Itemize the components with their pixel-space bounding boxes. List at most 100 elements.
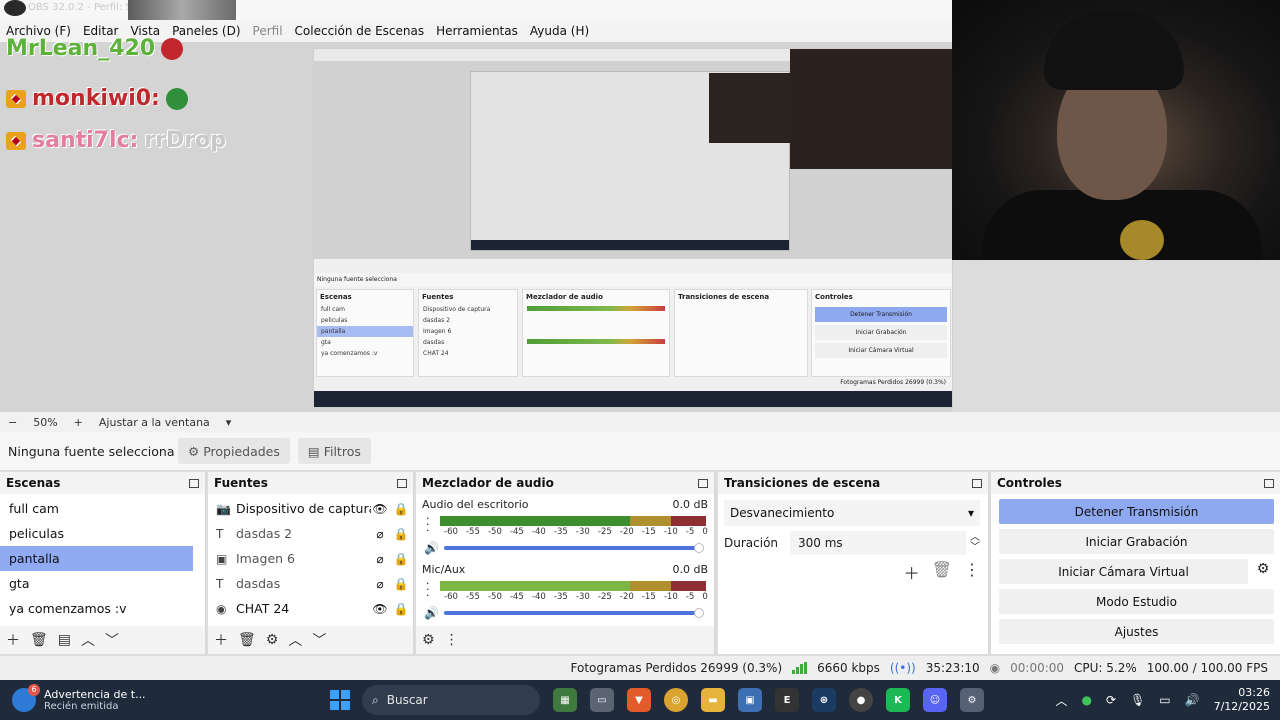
volume-slider[interactable] — [444, 608, 704, 618]
source-item[interactable]: ◉ CHAT 24 👁 🔒 — [208, 596, 413, 621]
properties-button[interactable]: ⚙ Propiedades — [178, 438, 290, 464]
menu-help[interactable]: Ayuda (H) — [524, 24, 595, 38]
undock-icon[interactable] — [1264, 478, 1274, 488]
eye-hidden-icon[interactable]: ⌀ — [371, 552, 389, 566]
scene-item[interactable]: peliculas — [0, 521, 193, 546]
folder-icon[interactable]: ▬ — [701, 688, 725, 712]
gear-icon[interactable]: ⚙ — [1252, 561, 1274, 577]
chevron-down-icon[interactable]: ﹀ — [105, 630, 119, 650]
notification-widget[interactable]: 6 Advertencia de t... Recién emitida — [0, 684, 330, 712]
trash-icon[interactable]: 🗑 — [30, 632, 48, 648]
network-icon[interactable]: ▭ — [1159, 693, 1170, 707]
eye-icon[interactable]: 👁 — [371, 602, 389, 616]
source-item[interactable]: T dasdas ⌀ 🔒 — [208, 571, 413, 596]
menu-tools[interactable]: Herramientas — [430, 24, 524, 38]
clock[interactable]: 03:26 7/12/2025 — [1214, 686, 1270, 714]
gear-icon[interactable]: ⚙ — [266, 632, 279, 648]
start-button[interactable] — [330, 690, 350, 710]
widgets-icon[interactable]: ▦ — [553, 688, 577, 712]
undock-icon[interactable] — [698, 478, 708, 488]
lock-icon[interactable]: 🔒 — [389, 502, 413, 516]
stream-time: 35:23:10 — [925, 661, 980, 675]
lock-icon[interactable]: 🔒 — [389, 527, 413, 541]
more-vertical-icon[interactable]: ⋮ — [964, 560, 980, 584]
scene-item[interactable]: pantalla — [0, 546, 193, 571]
menu-profile[interactable]: Perfil — [247, 24, 289, 38]
status-dot-icon[interactable]: ● — [1082, 693, 1092, 707]
spin-arrows-icon[interactable]: ︿ ﹀ — [966, 533, 980, 553]
store-icon[interactable]: ▣ — [738, 688, 762, 712]
scene-item[interactable]: gta — [0, 571, 193, 596]
volume-slider[interactable] — [444, 543, 704, 553]
start-recording-button[interactable]: Iniciar Grabación — [999, 529, 1274, 554]
settings-button[interactable]: Ajustes — [999, 619, 1274, 644]
bitrate: 6660 kbps — [817, 661, 880, 675]
add-transition-button[interactable]: ＋ — [904, 560, 920, 584]
trash-icon[interactable]: 🗑 — [238, 632, 256, 648]
obs-icon[interactable]: ● — [849, 688, 873, 712]
chevron-up-icon[interactable]: ︿ — [1056, 692, 1068, 709]
more-vertical-icon[interactable]: · · · — [426, 513, 430, 536]
kick-icon[interactable]: K — [886, 688, 910, 712]
discord-icon[interactable]: ☺ — [923, 688, 947, 712]
filters-button[interactable]: ▤ Filtros — [297, 438, 371, 464]
stop-stream-button[interactable]: Detener Transmisión — [999, 499, 1274, 524]
menu-scene-collection[interactable]: Colección de Escenas — [289, 24, 431, 38]
trash-icon[interactable]: 🗑 — [932, 560, 952, 584]
lock-icon[interactable]: 🔒 — [389, 552, 413, 566]
start-virtual-cam-button[interactable]: Iniciar Cámara Virtual — [999, 559, 1248, 584]
undock-icon[interactable] — [189, 478, 199, 488]
duration-input[interactable]: 300 ms — [790, 531, 966, 555]
top-strip: OBS 32.0.2 - Perfil: SinTi — [0, 0, 952, 20]
more-vertical-icon[interactable]: ⋮ — [445, 632, 459, 648]
zoom-in-button[interactable]: + — [66, 416, 91, 429]
chevron-up-icon[interactable]: ︿ — [81, 630, 95, 650]
speaker-icon[interactable]: 🔊 — [424, 541, 439, 555]
taskbar-search[interactable]: ⌕ Buscar — [362, 685, 540, 715]
eye-icon[interactable]: 👁 — [371, 502, 389, 516]
volume-slider-handle[interactable] — [694, 608, 704, 618]
settings-app-icon[interactable]: ⚙ — [960, 688, 984, 712]
lock-icon[interactable]: 🔒 — [389, 577, 413, 591]
scenes-title: Escenas — [6, 476, 61, 490]
no-source-label: Ninguna fuente selecciona — [8, 443, 175, 459]
steam-icon[interactable]: ⊛ — [812, 688, 836, 712]
transition-select[interactable]: Desvanecimiento ▾ — [724, 500, 980, 526]
add-scene-button[interactable]: ＋ — [6, 630, 20, 650]
file-explorer-window-icon[interactable]: ▭ — [590, 688, 614, 712]
lock-icon[interactable]: 🔒 — [389, 602, 413, 616]
source-item[interactable]: 📷 Dispositivo de captura de vídeo 👁 🔒 — [208, 496, 413, 521]
scene-item[interactable]: full cam — [0, 496, 193, 521]
speaker-icon[interactable]: 🔊 — [424, 606, 439, 620]
volume-icon[interactable]: 🔊 — [1185, 693, 1200, 707]
undock-icon[interactable] — [397, 478, 407, 488]
sync-icon[interactable]: ⟳ — [1106, 693, 1116, 707]
source-item[interactable]: ▣ Imagen 6 ⌀ 🔒 — [208, 546, 413, 571]
nested-scene-item: pantalla — [317, 326, 413, 337]
chrome-icon[interactable]: ◎ — [664, 688, 688, 712]
scene-item[interactable]: ya comenzamos :v — [0, 596, 193, 621]
meter-green-segment — [440, 581, 630, 591]
volume-slider-handle[interactable] — [694, 543, 704, 553]
chevron-down-icon[interactable]: ▾ — [218, 416, 240, 429]
brave-browser-icon[interactable]: ▼ — [627, 688, 651, 712]
gear-icon[interactable]: ⚙ — [422, 632, 435, 648]
studio-mode-button[interactable]: Modo Estudio — [999, 589, 1274, 614]
more-vertical-icon[interactable]: · · · — [426, 578, 430, 601]
undock-icon[interactable] — [972, 478, 982, 488]
eye-hidden-icon[interactable]: ⌀ — [371, 527, 389, 541]
source-item[interactable]: T dasdas 2 ⌀ 🔒 — [208, 521, 413, 546]
chevron-up-icon[interactable]: ︿ — [288, 630, 302, 650]
eye-hidden-icon[interactable]: ⌀ — [371, 577, 389, 591]
chevron-down-icon[interactable]: ﹀ — [312, 630, 326, 650]
nested-screen-capture: Ninguna fuente selecciona Escenas full c… — [313, 48, 953, 408]
epic-games-icon[interactable]: E — [775, 688, 799, 712]
nested-inner-taskbar — [471, 240, 789, 250]
zoom-out-button[interactable]: − — [0, 416, 25, 429]
filter-icon[interactable]: ▤ — [58, 632, 71, 648]
add-source-button[interactable]: ＋ — [214, 630, 228, 650]
nested-sources: Fuentes Dispositivo de captura dasdas 2 … — [418, 289, 518, 377]
preview-canvas[interactable]: MrLean_420 ◆ monkiwi0: ◆ santi7lc: rrDro… — [0, 36, 953, 412]
scenes-dock: Escenas full cam peliculas pantalla gta … — [0, 472, 206, 654]
microphone-icon[interactable]: 🎙 — [1130, 693, 1145, 707]
